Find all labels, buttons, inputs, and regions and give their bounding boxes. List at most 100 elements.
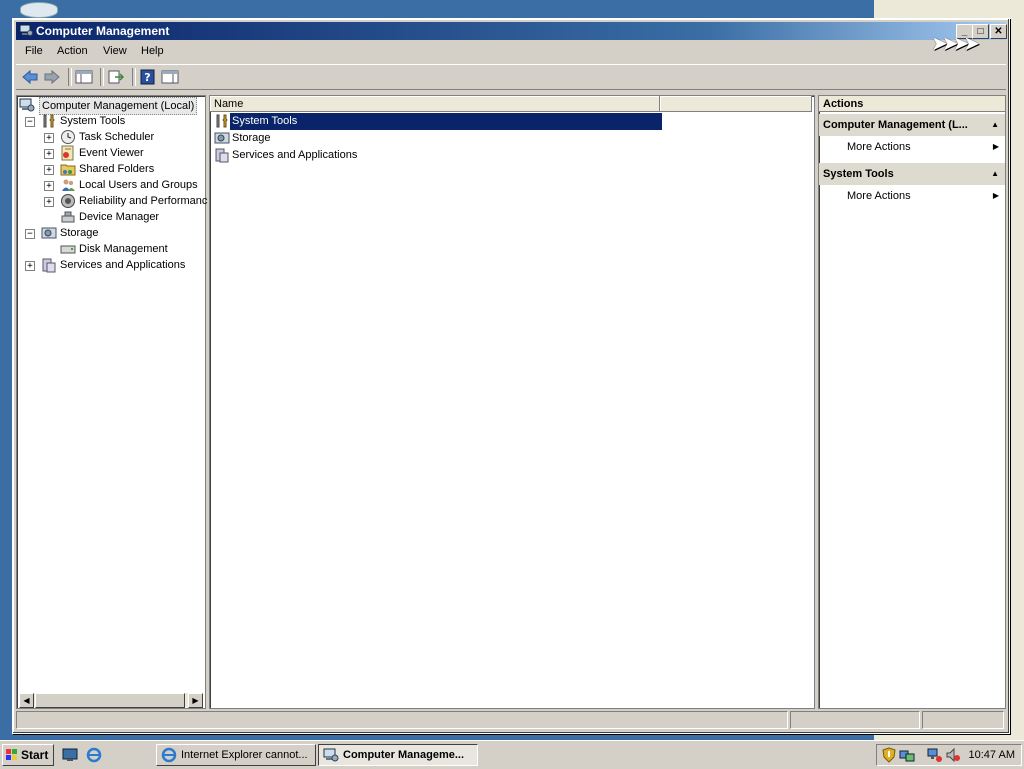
more-actions-button[interactable]: More Actions ▶ [819, 137, 1005, 157]
internet-explorer-icon [161, 747, 177, 763]
section-title: System Tools [823, 168, 894, 180]
actions-pane: Actions Computer Management (L... ▲ More… [818, 95, 1006, 709]
list-item-label: Services and Applications [232, 149, 358, 161]
show-desktop-icon[interactable] [62, 748, 78, 762]
shared-folder-icon [60, 164, 76, 176]
result-list[interactable]: Name System Tools Storage Services and A… [209, 95, 815, 709]
taskbar-button-label: Computer Manageme... [343, 749, 465, 761]
scroll-thumb[interactable] [35, 693, 185, 708]
expand-icon[interactable]: + [44, 181, 54, 191]
back-arrow-icon[interactable] [20, 68, 40, 86]
menu-file[interactable]: File [25, 45, 43, 57]
toolbar-separator [132, 68, 136, 86]
toolbar: ? [16, 64, 1006, 90]
list-item[interactable]: Storage [214, 130, 660, 147]
start-button[interactable]: Start [2, 744, 54, 766]
tree-label: Shared Folders [79, 163, 155, 175]
taskbar-button-internet-explorer[interactable]: Internet Explorer cannot... [156, 744, 316, 766]
column-header-name[interactable]: Name [210, 96, 660, 112]
scroll-left-icon[interactable]: ◀ [19, 693, 34, 708]
recycle-bin-icon[interactable] [20, 2, 58, 18]
svg-text:?: ? [144, 71, 150, 84]
expand-icon[interactable]: + [44, 133, 54, 143]
security-shield-icon[interactable] [881, 747, 897, 763]
clock[interactable]: 10:47 AM [969, 745, 1015, 765]
more-actions-label: More Actions [847, 141, 911, 153]
tree-label: Device Manager [79, 211, 160, 223]
toolbar-separator [100, 68, 104, 86]
event-log-icon [61, 145, 74, 161]
list-item[interactable]: System Tools [214, 113, 662, 130]
window-title: Computer Management [36, 24, 170, 38]
show-hide-tree-icon[interactable] [74, 68, 94, 86]
collapse-caret-icon[interactable]: ▲ [991, 114, 999, 136]
status-cell [922, 711, 1004, 729]
expand-icon[interactable]: + [25, 261, 35, 271]
storage-icon [214, 132, 230, 144]
tools-icon [43, 114, 55, 128]
windows-flag-icon [6, 749, 17, 760]
toolbar-separator [68, 68, 72, 86]
volume-muted-icon[interactable] [945, 747, 961, 763]
tree-horizontal-scrollbar[interactable]: ◀ ▶ [19, 693, 203, 708]
list-item-label: Storage [232, 132, 271, 144]
submenu-arrow-icon: ▶ [992, 142, 999, 151]
menu-help[interactable]: Help [141, 45, 164, 57]
menu-view[interactable]: View [103, 45, 127, 57]
export-list-icon[interactable] [106, 68, 126, 86]
services-icon [215, 148, 229, 163]
tree-label: Storage [60, 227, 99, 239]
collapse-icon[interactable]: − [25, 117, 35, 127]
column-header-empty[interactable] [660, 96, 812, 112]
storage-icon [41, 227, 57, 239]
computer-management-window: Computer Management _ □ ✕ ➤➤➤➤ File Acti… [12, 18, 1010, 734]
help-icon[interactable]: ? [138, 68, 158, 86]
start-label: Start [21, 748, 49, 762]
network-connection-icon[interactable] [927, 747, 943, 763]
expand-icon[interactable]: + [44, 197, 54, 207]
computer-management-icon [19, 98, 35, 112]
computer-management-icon [19, 24, 33, 36]
menu-action[interactable]: Action [57, 45, 88, 57]
tools-icon [216, 114, 228, 128]
console-tree[interactable]: Computer Management (Local) − System Too… [16, 95, 208, 709]
tree-label: Disk Management [79, 243, 168, 255]
more-actions-label: More Actions [847, 190, 911, 202]
status-cell [16, 711, 788, 729]
actions-header: Actions [819, 96, 1005, 112]
system-tray: 10:47 AM [876, 744, 1022, 766]
performance-monitor-icon [61, 194, 75, 208]
more-actions-button[interactable]: More Actions ▶ [819, 186, 1005, 206]
menu-bar: File Action View Help [16, 42, 1006, 62]
list-item[interactable]: Services and Applications [214, 147, 660, 164]
actions-section-computer-management[interactable]: Computer Management (L... ▲ [819, 114, 1005, 136]
tree-label: Local Users and Groups [79, 179, 198, 191]
status-bar [16, 711, 1006, 729]
maximize-button[interactable]: □ [972, 24, 989, 39]
actions-section-system-tools[interactable]: System Tools ▲ [819, 163, 1005, 185]
tree-label: System Tools [60, 115, 126, 127]
clock-icon [61, 130, 75, 144]
disk-icon [60, 245, 76, 254]
taskbar-button-computer-management[interactable]: Computer Manageme... [318, 744, 478, 766]
tree-label: Services and Applications [60, 259, 186, 271]
computer-management-icon [323, 748, 339, 762]
list-item-label: System Tools [230, 113, 662, 130]
submenu-arrow-icon: ▶ [992, 191, 999, 200]
collapse-caret-icon[interactable]: ▲ [991, 163, 999, 185]
status-cell [790, 711, 920, 729]
network-icon[interactable] [899, 747, 915, 763]
taskbar: Start Internet Explorer cannot... Comput… [0, 740, 1024, 769]
forward-arrow-icon[interactable] [42, 68, 62, 86]
users-icon [62, 179, 75, 191]
close-button[interactable]: ✕ [990, 24, 1007, 39]
collapse-icon[interactable]: − [25, 229, 35, 239]
title-bar[interactable]: Computer Management _ □ ✕ [16, 22, 1007, 40]
show-hide-action-pane-icon[interactable] [160, 68, 180, 86]
expand-icon[interactable]: + [44, 165, 54, 175]
tree-label: Reliability and Performanc [79, 195, 208, 207]
internet-explorer-icon[interactable] [86, 747, 102, 763]
scroll-right-icon[interactable]: ▶ [188, 693, 203, 708]
expand-icon[interactable]: + [44, 149, 54, 159]
tree-label: Task Scheduler [79, 131, 155, 143]
